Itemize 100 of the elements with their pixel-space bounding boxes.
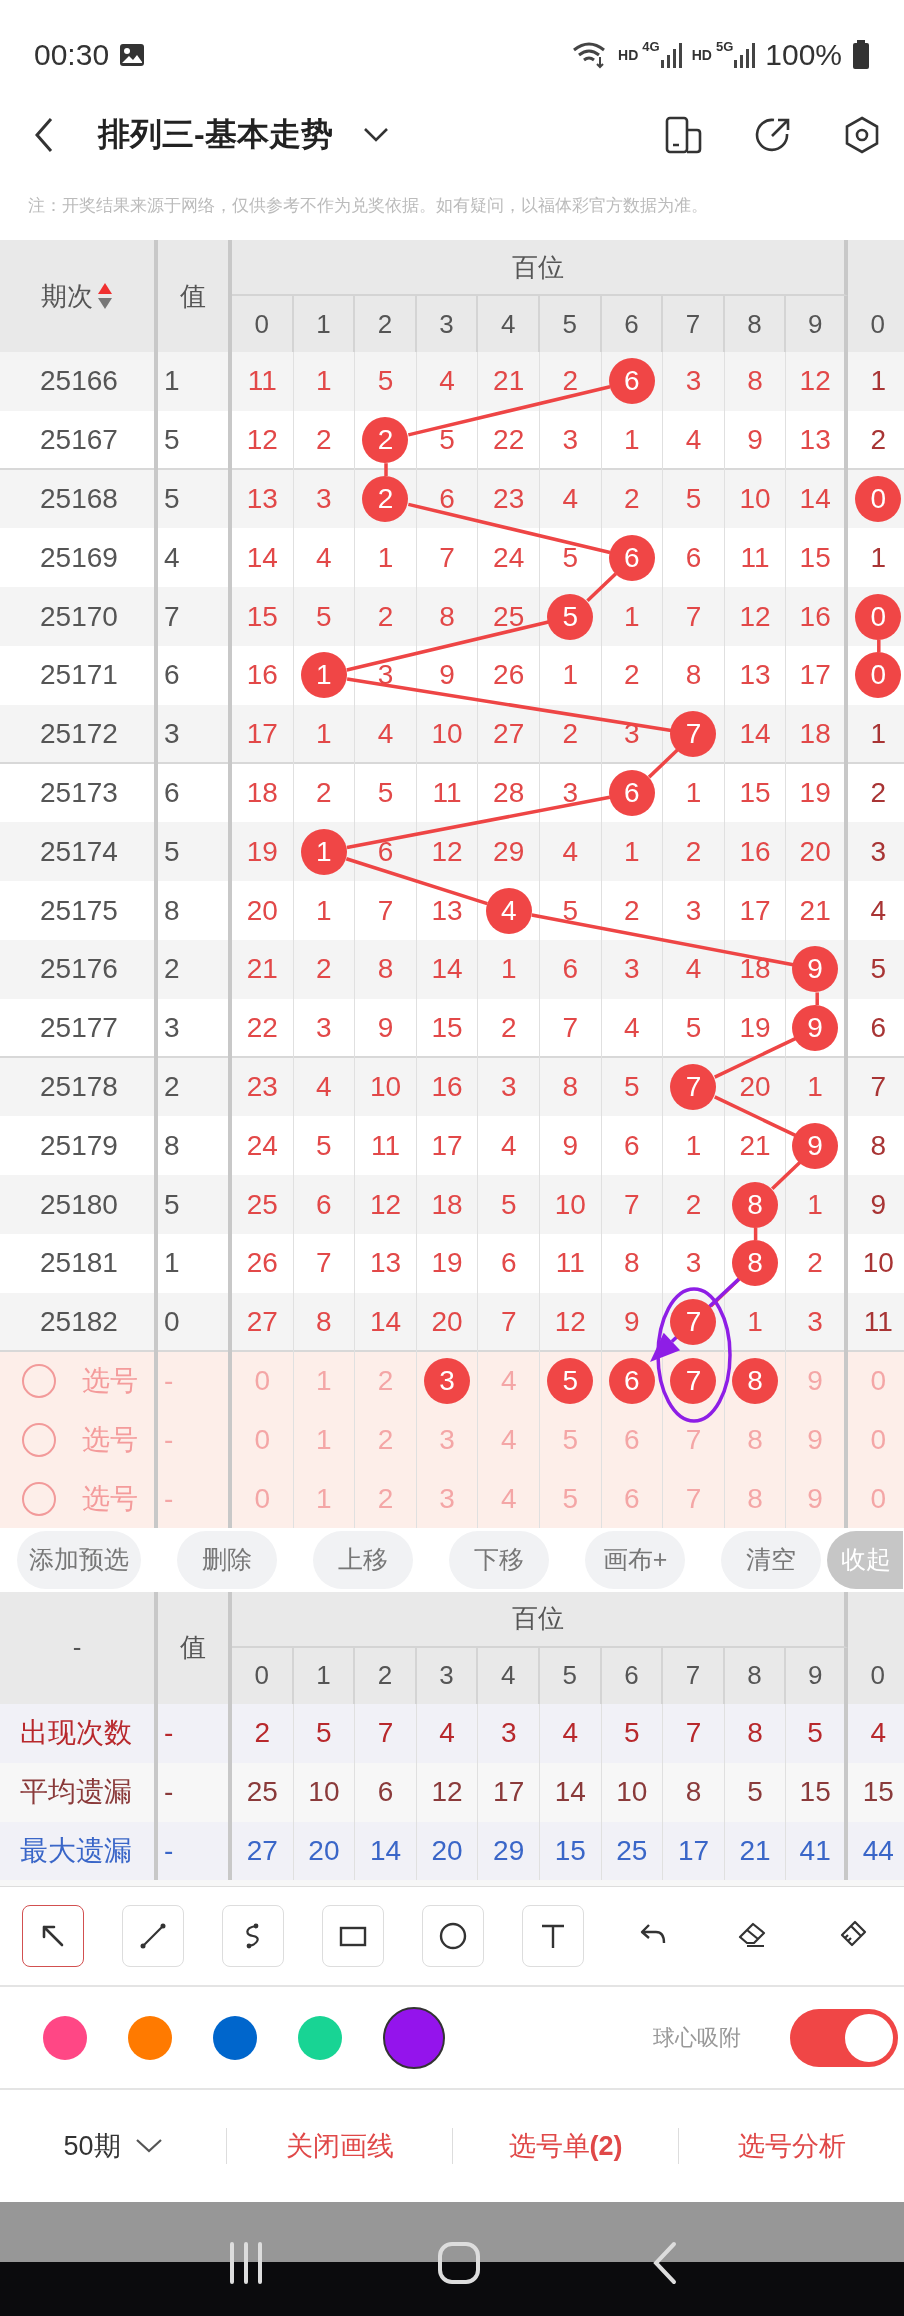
color-swatch[interactable] [43,2015,87,2060]
radio-button[interactable] [22,1363,56,1398]
miss-count: 26 [493,659,525,692]
digit-option[interactable]: 0 [254,1364,271,1397]
digit-option[interactable]: 0 [870,1482,886,1515]
action-button[interactable]: 上移 [313,1530,413,1589]
bottom-link[interactable]: 选号单(2) [508,2128,623,2165]
digit-option[interactable]: 9 [807,1482,823,1515]
digit-option[interactable]: 3 [439,1423,455,1456]
miss-count: 1 [316,894,332,927]
miss-count: 1 [807,1070,823,1103]
devices-icon[interactable] [664,116,702,154]
digit-option[interactable]: 9 [807,1364,823,1397]
action-button[interactable]: 画布+ [585,1530,685,1589]
home-icon[interactable] [437,2240,481,2285]
action-button[interactable]: 下移 [449,1530,549,1589]
miss-count: 5 [685,483,702,515]
digit-option[interactable]: 1 [316,1423,332,1456]
miss-count: 11 [247,365,277,398]
color-swatch[interactable] [213,2015,257,2060]
digit-option[interactable]: 6 [624,1482,640,1515]
sort-icon[interactable] [97,281,113,311]
digit-header: 5 [562,308,577,340]
miss-count: 1 [624,835,640,868]
back-icon[interactable] [34,117,54,153]
digit-option[interactable]: 3 [439,1482,455,1515]
action-button[interactable]: 清空 [721,1530,821,1589]
miss-count: 15 [246,600,278,633]
digit-option[interactable]: 7 [685,1423,702,1456]
share-icon[interactable] [754,116,792,154]
hd-label: HD [691,47,712,63]
period-number: 25180 [40,1188,118,1221]
chevron-down-icon[interactable] [362,127,389,143]
miss-count: 29 [493,835,525,868]
digit-option[interactable]: 0 [870,1364,886,1397]
digit-option[interactable]: 6 [624,1423,640,1456]
miss-count: 13 [739,659,771,692]
number-ball: 2 [362,476,409,522]
disclaimer-text: 注：开奖结果来源于网络，仅供参考不作为兑奖依据。如有疑问，以福体彩官方数据为准。 [28,194,708,217]
sum-value: 8 [164,1129,180,1162]
draw-tool-button[interactable] [22,1905,84,1968]
miss-count: 9 [439,659,455,692]
miss-count: 4 [316,541,332,574]
action-button[interactable]: 收起 [827,1530,903,1589]
period-dropdown[interactable]: 50期 [63,2128,163,2165]
toggle-switch[interactable] [790,2008,898,2067]
miss-count: 1 [747,1306,763,1339]
digit-option[interactable]: 4 [500,1364,517,1397]
digit-option[interactable]: 0 [870,1423,886,1456]
radio-button[interactable] [22,1481,56,1516]
digit-option[interactable]: 4 [500,1482,517,1515]
digit-option[interactable]: 9 [807,1423,823,1456]
miss-count: 3 [316,483,332,515]
digit-option[interactable]: 5 [562,1482,579,1515]
miss-count: 3 [377,659,394,692]
bottom-link[interactable]: 选号分析 [737,2128,846,2165]
miss-count: 12 [554,1306,586,1339]
digit-option[interactable]: 8 [747,1482,763,1515]
trend-line [384,463,388,476]
miss-count: 11 [555,1247,585,1280]
digit-option[interactable]: 2 [377,1423,394,1456]
digit-option[interactable]: 0 [254,1423,271,1456]
back-icon[interactable] [652,2240,679,2285]
color-swatch[interactable] [128,2015,172,2060]
digit-header: 2 [377,308,393,340]
number-ball: 7 [670,711,717,758]
sum-value: 6 [164,776,180,809]
stat-value: 5 [807,1717,823,1750]
stat-value: 4 [439,1717,455,1750]
stat-value: 5 [747,1776,763,1809]
settings-icon[interactable] [844,116,880,154]
miss-count: 14 [246,541,278,574]
digit-option[interactable]: 1 [316,1364,332,1397]
digit-option[interactable]: 4 [500,1423,517,1456]
digit-option[interactable]: 5 [562,1423,579,1456]
digit-option[interactable]: 1 [316,1482,332,1515]
miss-count: 19 [431,1247,463,1280]
digit-header: 1 [316,1660,331,1692]
digit-option[interactable]: 2 [377,1364,394,1397]
color-swatch[interactable] [298,2015,342,2060]
action-button[interactable]: 添加预选 [17,1530,141,1589]
digit-option[interactable]: 2 [377,1482,394,1515]
number-ball[interactable]: 8 [732,1357,779,1404]
number-ball[interactable]: 6 [608,1357,655,1404]
trend-line [815,992,819,1006]
number-ball: 6 [608,769,655,816]
number-ball[interactable]: 5 [547,1357,594,1404]
action-button[interactable]: 删除 [177,1530,277,1589]
digit-option[interactable]: 7 [685,1482,702,1515]
bottom-link[interactable]: 关闭画线 [285,2128,394,2165]
radio-button[interactable] [22,1422,56,1457]
miss-count: 9 [562,1129,579,1162]
number-ball[interactable]: 3 [424,1357,471,1404]
digit-option[interactable]: 8 [747,1423,763,1456]
number-ball[interactable]: 7 [670,1357,717,1404]
miss-count: 5 [500,1188,517,1221]
miss-count: 3 [562,424,579,457]
miss-count: 9 [747,424,763,457]
miss-count: 5 [562,894,579,927]
digit-option[interactable]: 0 [254,1482,271,1515]
